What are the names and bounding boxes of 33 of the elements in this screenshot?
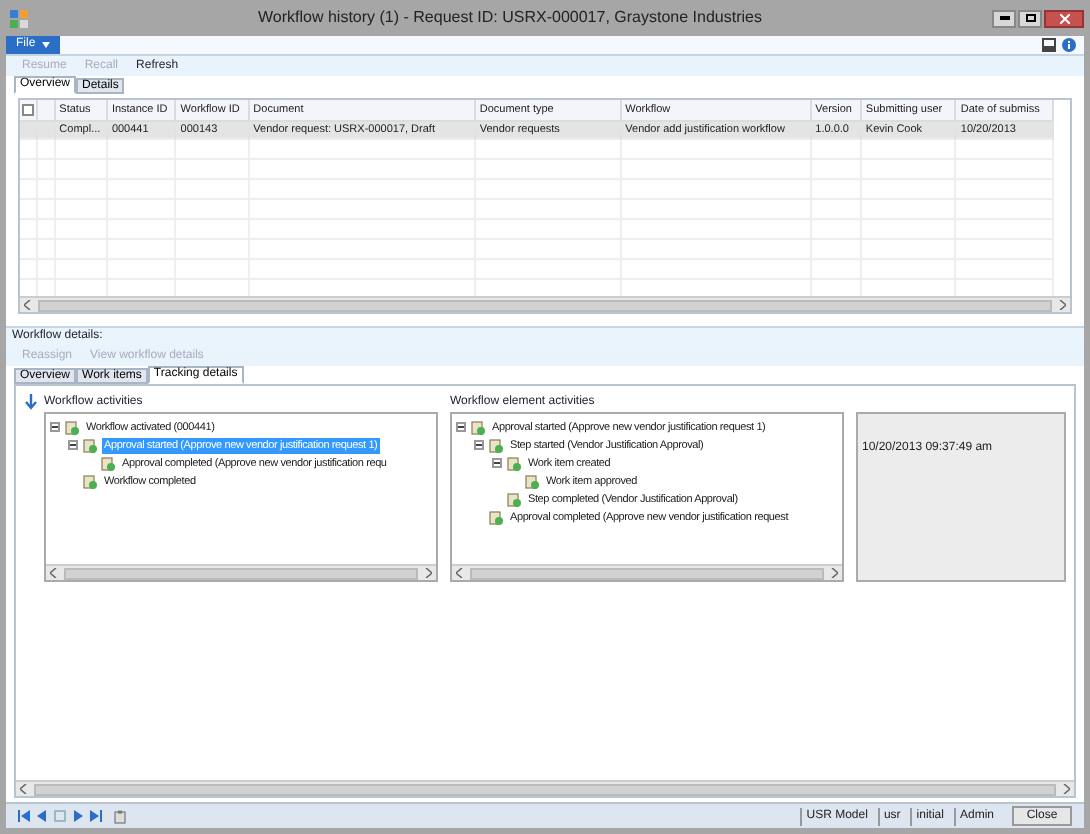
last-record-icon[interactable]: [90, 810, 102, 822]
app-icon: [10, 9, 28, 27]
tree-toggle-icon[interactable]: [474, 440, 484, 450]
scroll-left-icon[interactable]: [46, 565, 62, 581]
close-button[interactable]: [1044, 9, 1084, 27]
scroll-left-icon[interactable]: [16, 781, 32, 797]
first-record-icon[interactable]: [18, 810, 30, 822]
horizontal-scrollbar[interactable]: [452, 564, 842, 580]
scroll-right-icon[interactable]: [420, 565, 436, 581]
help-icon[interactable]: [1062, 38, 1076, 52]
previous-record-icon[interactable]: [36, 810, 48, 822]
tree-toggle-icon[interactable]: [456, 422, 466, 432]
next-record-icon[interactable]: [72, 810, 84, 822]
clipboard-icon[interactable]: [114, 809, 126, 823]
scroll-right-icon[interactable]: [1058, 781, 1074, 797]
tree-toggle-icon[interactable]: [50, 422, 60, 432]
window-icon[interactable]: [1042, 38, 1056, 52]
horizontal-scrollbar[interactable]: [20, 296, 1070, 312]
close-icon: [1059, 13, 1069, 23]
scroll-left-icon[interactable]: [20, 297, 36, 313]
horizontal-scrollbar[interactable]: [16, 780, 1074, 796]
window-title: Workflow history (1) - Request ID: USRX-000017, Graystone Industries: [256, 6, 764, 30]
tree-toggle-icon[interactable]: [492, 458, 502, 468]
download-arrow-icon: [24, 394, 38, 410]
scroll-right-icon[interactable]: [826, 565, 842, 581]
caret-icon: [41, 42, 50, 48]
select-all-checkbox[interactable]: [21, 103, 34, 116]
scroll-left-icon[interactable]: [452, 565, 468, 581]
scroll-right-icon[interactable]: [1054, 297, 1070, 313]
tree-toggle-icon[interactable]: [68, 440, 78, 450]
maximize-button[interactable]: [1018, 9, 1042, 27]
minimize-button[interactable]: [992, 9, 1016, 27]
horizontal-scrollbar[interactable]: [46, 564, 436, 580]
